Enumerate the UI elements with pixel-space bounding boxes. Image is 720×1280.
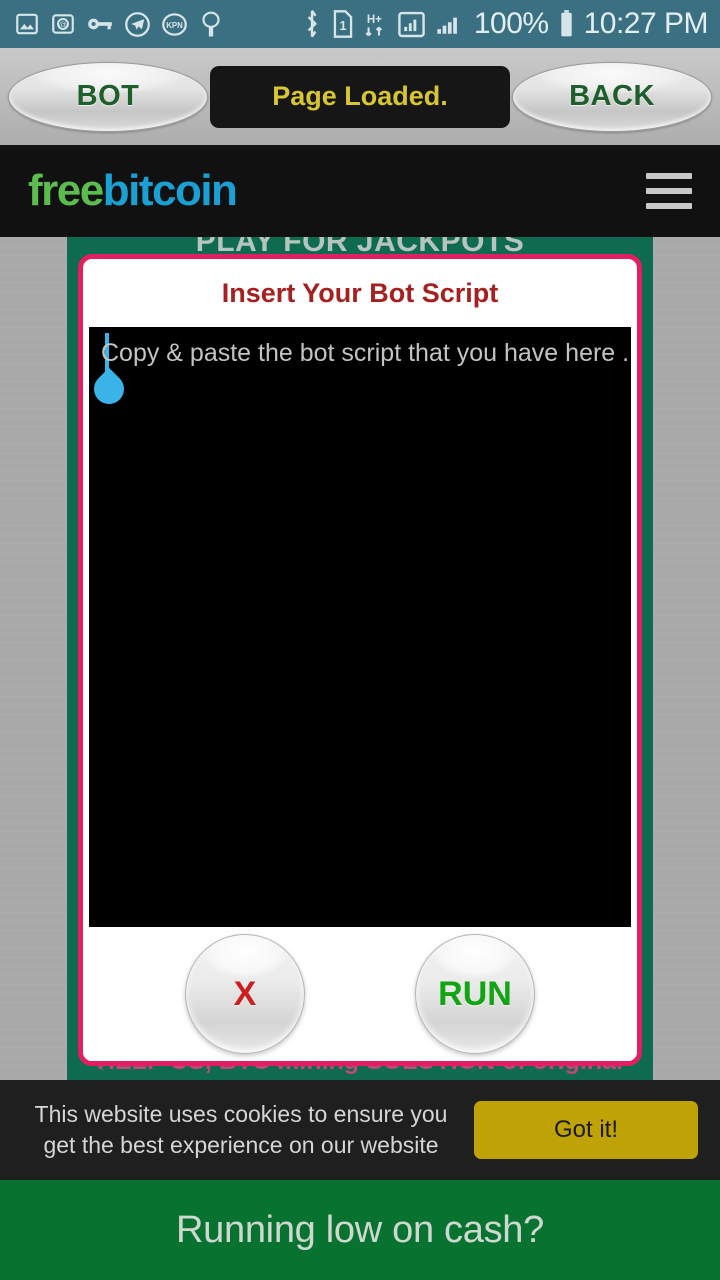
promo-headline: Running low on cash? (176, 1208, 544, 1251)
signal-sim1-icon (397, 10, 426, 39)
run-script-label: RUN (438, 974, 512, 1013)
status-bar-system-icons: 1 H+ 100% 10:27 PM (301, 7, 709, 41)
kpn-icon: KPN (161, 11, 188, 38)
svg-text:@: @ (59, 21, 67, 30)
email-at-icon: @ (50, 11, 76, 37)
text-selection-handle-icon[interactable] (89, 367, 131, 411)
close-dialog-label: X (233, 974, 257, 1013)
logo-text-bitcoin: bitcoin (102, 166, 238, 215)
hamburger-bar-2 (646, 188, 692, 194)
bluetooth-icon (301, 9, 323, 39)
bot-script-input[interactable]: Copy & paste the bot script that you hav… (89, 327, 631, 927)
cookie-consent-message: This website uses cookies to ensure you … (34, 1101, 448, 1158)
dialog-actions: X RUN (83, 927, 637, 1061)
bot-button[interactable]: BOT (8, 61, 208, 132)
bot-status-display: Page Loaded. (210, 65, 510, 128)
signal-sim2-icon (435, 10, 465, 39)
promo-banner[interactable]: Running low on cash? (0, 1180, 720, 1280)
tree-icon (198, 10, 224, 38)
cookie-accept-button[interactable]: Got it! (474, 1101, 698, 1159)
cookie-accept-label: Got it! (553, 1116, 619, 1143)
bot-control-bar: BOT Page Loaded. BACK (0, 48, 720, 145)
svg-text:1: 1 (339, 19, 346, 33)
hsplus-data-icon: H+ (363, 9, 388, 39)
telegram-send-icon (124, 11, 151, 38)
close-dialog-button[interactable]: X (185, 934, 305, 1054)
logo-text-free: free (28, 166, 104, 215)
back-button[interactable]: BACK (512, 61, 712, 132)
dialog-title: Insert Your Bot Script (221, 277, 499, 308)
battery-icon (558, 9, 575, 39)
hamburger-bar-3 (646, 203, 692, 209)
photo-icon (14, 11, 40, 37)
bot-script-placeholder: Copy & paste the bot script that you hav… (101, 339, 631, 367)
svg-text:KPN: KPN (166, 20, 183, 29)
clock-label: 10:27 PM (583, 7, 709, 40)
freebitcoin-logo[interactable]: freebitcoin (28, 166, 238, 216)
android-status-bar: @ KPN 1 H+ 100% 10:27 PM (0, 0, 720, 48)
bot-status-text: Page Loaded. (272, 81, 448, 111)
vpn-key-icon (86, 11, 114, 37)
battery-percent-label: 100% (473, 7, 549, 40)
hamburger-bar-1 (646, 173, 692, 179)
cookie-consent-banner: This website uses cookies to ensure you … (0, 1080, 720, 1180)
phone-screen: @ KPN 1 H+ 100% 10:27 PM BOT Page Loaded… (0, 0, 720, 1280)
svg-text:H+: H+ (367, 14, 382, 26)
bot-script-dialog: Insert Your Bot Script Copy & paste the … (78, 254, 642, 1066)
site-header: freebitcoin (0, 145, 720, 237)
sim-card-icon: 1 (332, 9, 354, 39)
status-bar-notification-icons: @ KPN (14, 10, 224, 38)
run-script-button[interactable]: RUN (415, 934, 535, 1054)
hamburger-menu-icon[interactable] (646, 173, 692, 209)
bot-button-label: BOT (76, 80, 140, 112)
back-button-label: BACK (569, 80, 655, 112)
